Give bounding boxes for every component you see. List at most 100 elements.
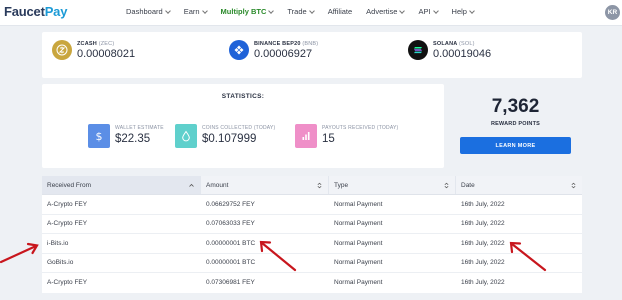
cell-amount: 0.00000001 BTC xyxy=(206,259,256,267)
header-label: Type xyxy=(334,181,349,189)
cell-amount: 0.07063033 FEY xyxy=(206,220,255,228)
stat-wallet-estimate: $ WALLET ESTIMATE $22.35 xyxy=(88,124,164,148)
balance-value: 0.00019046 xyxy=(433,47,492,60)
table-header: Received From Amount Type Date xyxy=(42,176,582,195)
drop-icon xyxy=(175,124,197,148)
nav-item-help[interactable]: Help xyxy=(451,7,475,16)
balance-binance[interactable]: BINANCE BEP20 (BNB) 0.00006927 xyxy=(229,40,318,60)
binance-icon xyxy=(229,40,249,60)
nav-label: Help xyxy=(451,7,467,16)
annotation-arrowhead-left xyxy=(26,242,39,255)
stat-label: WALLET ESTIMATE xyxy=(115,125,164,131)
svg-text:$: $ xyxy=(96,130,103,142)
stat-coins-collected: COINS COLLECTED (TODAY) $0.107999 xyxy=(175,124,275,148)
header-label: Amount xyxy=(206,181,229,189)
sort-asc-icon xyxy=(189,183,194,187)
nav-item-multiply-btc[interactable]: Multiply BTC xyxy=(220,7,275,16)
chevron-down-icon xyxy=(164,7,171,14)
nav-label: Affiliate xyxy=(327,7,353,16)
sort-icon xyxy=(317,182,322,189)
cell-amount: 0.00000001 BTC xyxy=(206,239,256,247)
coin-balances-card: ZCASH (ZEC) 0.00008021 BINANCE BEP20 (BN… xyxy=(42,32,582,78)
table-row: A-Crypto FEY 0.07306981 FEY Normal Payme… xyxy=(42,273,582,293)
statistics-card: STATISTICS: $ WALLET ESTIMATE $22.35 COI… xyxy=(42,84,444,168)
cell-type: Normal Payment xyxy=(334,200,383,208)
chevron-down-icon xyxy=(432,7,439,14)
nav-label: Earn xyxy=(183,7,200,16)
sort-icon xyxy=(571,182,576,189)
header-date[interactable]: Date xyxy=(456,176,582,194)
logo-text-faucet: Faucet xyxy=(4,4,45,19)
header-label: Date xyxy=(461,181,475,189)
faucetpay-logo[interactable]: FaucetPay xyxy=(4,4,67,19)
cell-received-from: A-Crypto FEY xyxy=(47,279,88,287)
logo-text-pay: Pay xyxy=(44,4,68,19)
nav-item-api[interactable]: API xyxy=(418,7,439,16)
learn-more-button[interactable]: LEARN MORE xyxy=(460,137,571,154)
cell-date: 16th July, 2022 xyxy=(461,279,505,287)
header-type[interactable]: Type xyxy=(329,176,456,194)
stat-label: COINS COLLECTED (TODAY) xyxy=(202,125,276,131)
reward-points-label: REWARD POINTS xyxy=(490,121,541,127)
balance-label: BINANCE BEP20 (BNB) xyxy=(254,40,319,47)
cell-date: 16th July, 2022 xyxy=(461,239,505,247)
statistics-title: STATISTICS: xyxy=(221,93,265,100)
table-row: A-Crypto FEY 0.07063033 FEY Normal Payme… xyxy=(42,215,582,234)
chevron-down-icon xyxy=(399,7,406,14)
header-amount[interactable]: Amount xyxy=(201,176,329,194)
cell-date: 16th July, 2022 xyxy=(461,220,505,228)
cell-type: Normal Payment xyxy=(334,239,383,247)
balance-label: ZCASH (ZEC) xyxy=(77,40,115,47)
nav-label: API xyxy=(418,7,431,16)
cell-amount: 0.06629752 FEY xyxy=(206,200,255,208)
annotation-arrow-left xyxy=(0,244,38,264)
cell-received-from: i-Bits.io xyxy=(47,239,69,247)
cell-received-from: A-Crypto FEY xyxy=(47,220,88,228)
cell-type: Normal Payment xyxy=(334,279,383,287)
balance-solana[interactable]: SOLANA (SOL) 0.00019046 xyxy=(408,40,491,60)
nav-label: Advertise xyxy=(366,7,398,16)
nav-item-trade[interactable]: Trade xyxy=(287,7,315,16)
stat-payouts-received: PAYOUTS RECEIVED (TODAY) 15 xyxy=(295,124,398,148)
nav-item-affiliate[interactable]: Affiliate xyxy=(328,7,352,16)
balance-value: 0.00008021 xyxy=(77,47,136,60)
chevron-down-icon xyxy=(201,7,208,14)
stat-value: 15 xyxy=(322,133,335,145)
top-navbar: FaucetPay Dashboard Earn Multiply BTC Tr… xyxy=(0,0,622,26)
balance-value: 0.00006927 xyxy=(254,47,313,60)
stat-value: $22.35 xyxy=(115,133,151,145)
zcash-icon xyxy=(52,40,72,60)
balance-zcash[interactable]: ZCASH (ZEC) 0.00008021 xyxy=(52,40,135,60)
reward-points-value: 7,362 xyxy=(491,96,540,117)
header-received-from[interactable]: Received From xyxy=(42,176,201,194)
table-row: A-Crypto FEY 0.06629752 FEY Normal Payme… xyxy=(42,195,582,215)
cell-date: 16th July, 2022 xyxy=(461,259,505,267)
table-row: GoBits.io 0.00000001 BTC Normal Payment … xyxy=(42,254,582,273)
cell-amount: 0.07306981 FEY xyxy=(206,279,255,287)
nav-item-advertise[interactable]: Advertise xyxy=(366,7,406,16)
table-row: i-Bits.io 0.00000001 BTC Normal Payment … xyxy=(42,234,582,254)
nav-label: Dashboard xyxy=(126,7,163,16)
dollar-icon: $ xyxy=(88,124,110,148)
chevron-down-icon xyxy=(469,7,475,14)
stat-label: PAYOUTS RECEIVED (TODAY) xyxy=(322,125,399,131)
sort-icon xyxy=(444,182,449,189)
cell-received-from: GoBits.io xyxy=(47,259,74,267)
chevron-down-icon xyxy=(268,7,275,14)
solana-icon xyxy=(408,40,428,60)
bar-chart-icon xyxy=(295,124,317,148)
nav-item-earn[interactable]: Earn xyxy=(183,7,208,16)
nav-label: Trade xyxy=(287,7,307,16)
user-avatar[interactable]: KR xyxy=(605,5,620,20)
balance-label: SOLANA (SOL) xyxy=(433,40,475,47)
payments-table: Received From Amount Type Date A-Crypto … xyxy=(42,176,582,293)
nav-label: Multiply BTC xyxy=(220,7,267,16)
header-label: Received From xyxy=(47,181,92,189)
main-menu: Dashboard Earn Multiply BTC Trade Affili… xyxy=(126,7,488,16)
stat-value: $0.107999 xyxy=(202,133,257,145)
chevron-down-icon xyxy=(308,7,315,14)
cell-received-from: A-Crypto FEY xyxy=(47,200,88,208)
cell-date: 16th July, 2022 xyxy=(461,200,505,208)
nav-item-dashboard[interactable]: Dashboard xyxy=(126,7,171,16)
cell-type: Normal Payment xyxy=(334,259,383,267)
